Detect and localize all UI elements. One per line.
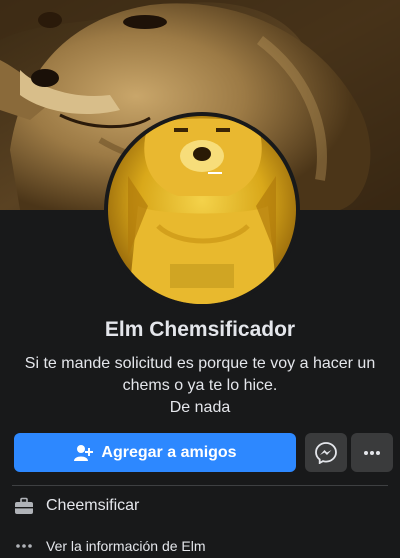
briefcase-icon [14,496,34,516]
profile-picture[interactable] [108,116,296,304]
work-label: Cheemsificar [46,497,140,514]
profile-bio: Si te mande solicitud es porque te voy a… [12,353,388,419]
bio-line: chems o ya te lo hice. [122,377,278,394]
work-info-row[interactable]: Cheemsificar [14,496,139,516]
more-options-button[interactable] [351,433,393,472]
see-info-row[interactable]: Ver la información de Elm [14,536,206,556]
add-friend-button[interactable]: Agregar a amigos [14,433,296,472]
more-horizontal-icon [363,450,381,456]
bio-line: De nada [169,399,231,416]
add-friend-icon [73,444,94,462]
add-friend-label: Agregar a amigos [101,443,237,461]
section-divider [12,485,388,486]
ellipsis-icon [14,536,34,556]
see-info-label: Ver la información de Elm [46,538,206,554]
profile-page: Elm Chemsificador Si te mande solicitud … [0,0,400,558]
bio-line: Si te mande solicitud es porque te voy a… [24,355,376,372]
profile-name: Elm Chemsificador [104,318,296,341]
profile-picture-frame [104,112,300,308]
messenger-icon [315,441,337,464]
messenger-button[interactable] [305,433,347,472]
